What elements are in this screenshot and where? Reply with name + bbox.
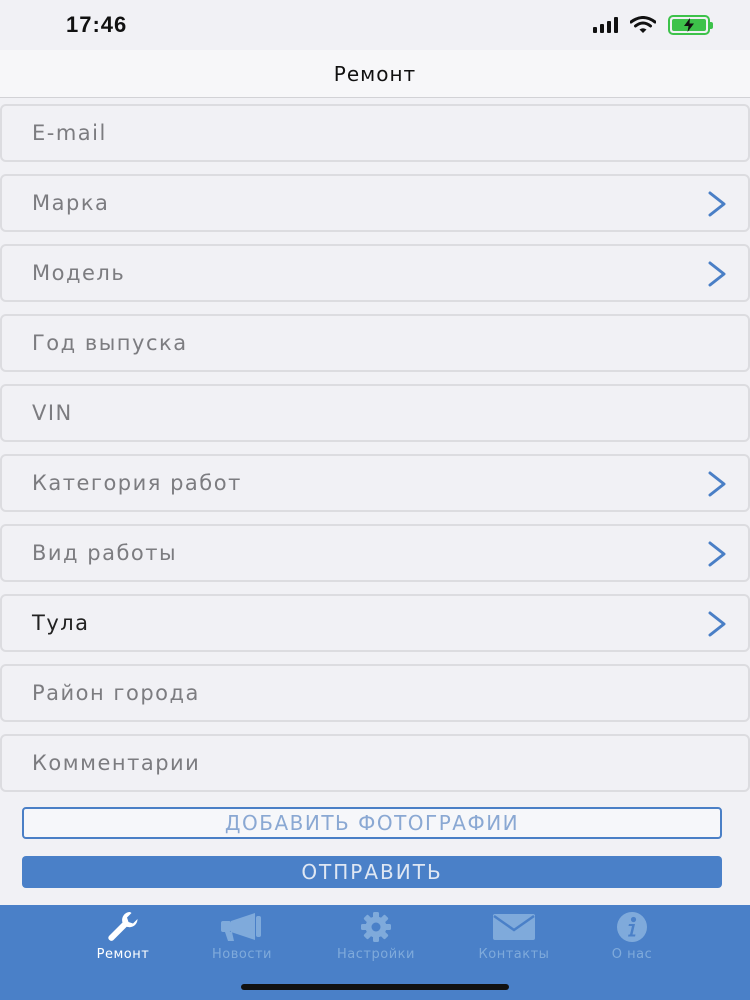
work-type-selector[interactable]: Вид работы	[0, 524, 750, 582]
work-category-label: Категория работ	[32, 471, 242, 495]
tab-news[interactable]: Новости	[187, 905, 297, 980]
district-field-label: Район города	[32, 681, 200, 705]
megaphone-icon	[221, 913, 261, 941]
tab-about-label: О нас	[611, 947, 653, 962]
status-icons	[593, 15, 713, 35]
wrench-icon	[108, 912, 138, 941]
vin-field[interactable]: VIN	[0, 384, 750, 442]
chevron-right-icon	[708, 541, 726, 567]
city-selector[interactable]: Тула	[0, 594, 750, 652]
chevron-right-icon	[708, 261, 726, 287]
tab-about[interactable]: О нас	[577, 905, 687, 980]
info-icon	[617, 912, 647, 942]
tab-news-label: Новости	[211, 947, 272, 962]
model-selector-label: Модель	[32, 261, 126, 285]
tab-repair-label: Ремонт	[96, 947, 150, 962]
work-category-selector[interactable]: Категория работ	[0, 454, 750, 512]
tab-contacts-label: Контакты	[478, 947, 550, 962]
comments-field-label: Комментарии	[32, 751, 201, 775]
year-field-label: Год выпуска	[32, 331, 188, 355]
tab-repair[interactable]: Ремонт	[68, 905, 178, 980]
city-selector-value: Тула	[32, 611, 90, 635]
district-field[interactable]: Район города	[0, 664, 750, 722]
page-title: Ремонт	[333, 61, 417, 86]
battery-icon	[668, 15, 713, 35]
chevron-right-icon	[708, 611, 726, 637]
envelope-icon	[493, 914, 535, 940]
email-field-label: E-mail	[32, 121, 107, 145]
vin-field-label: VIN	[32, 401, 73, 425]
add-photos-button[interactable]: ДОБАВИТЬ ФОТОГРАФИИ	[22, 807, 722, 839]
email-field[interactable]: E-mail	[0, 104, 750, 162]
brand-selector[interactable]: Марка	[0, 174, 750, 232]
chevron-right-icon	[708, 471, 726, 497]
tab-settings-label: Настройки	[337, 947, 415, 962]
home-indicator	[241, 984, 509, 990]
cellular-signal-icon	[593, 17, 618, 33]
tab-contacts[interactable]: Контакты	[459, 905, 569, 980]
model-selector[interactable]: Модель	[0, 244, 750, 302]
comments-field[interactable]: Комментарии	[0, 734, 750, 792]
tab-settings[interactable]: Настройки	[321, 905, 431, 980]
work-type-label: Вид работы	[32, 541, 178, 565]
navigation-bar: Ремонт	[0, 50, 750, 98]
status-time: 17:46	[66, 12, 128, 37]
gear-icon	[361, 912, 391, 942]
status-bar: 17:46	[0, 0, 750, 50]
send-button[interactable]: ОТПРАВИТЬ	[22, 856, 722, 888]
chevron-right-icon	[708, 191, 726, 217]
year-field[interactable]: Год выпуска	[0, 314, 750, 372]
wifi-icon	[630, 16, 656, 33]
brand-selector-label: Марка	[32, 191, 110, 215]
